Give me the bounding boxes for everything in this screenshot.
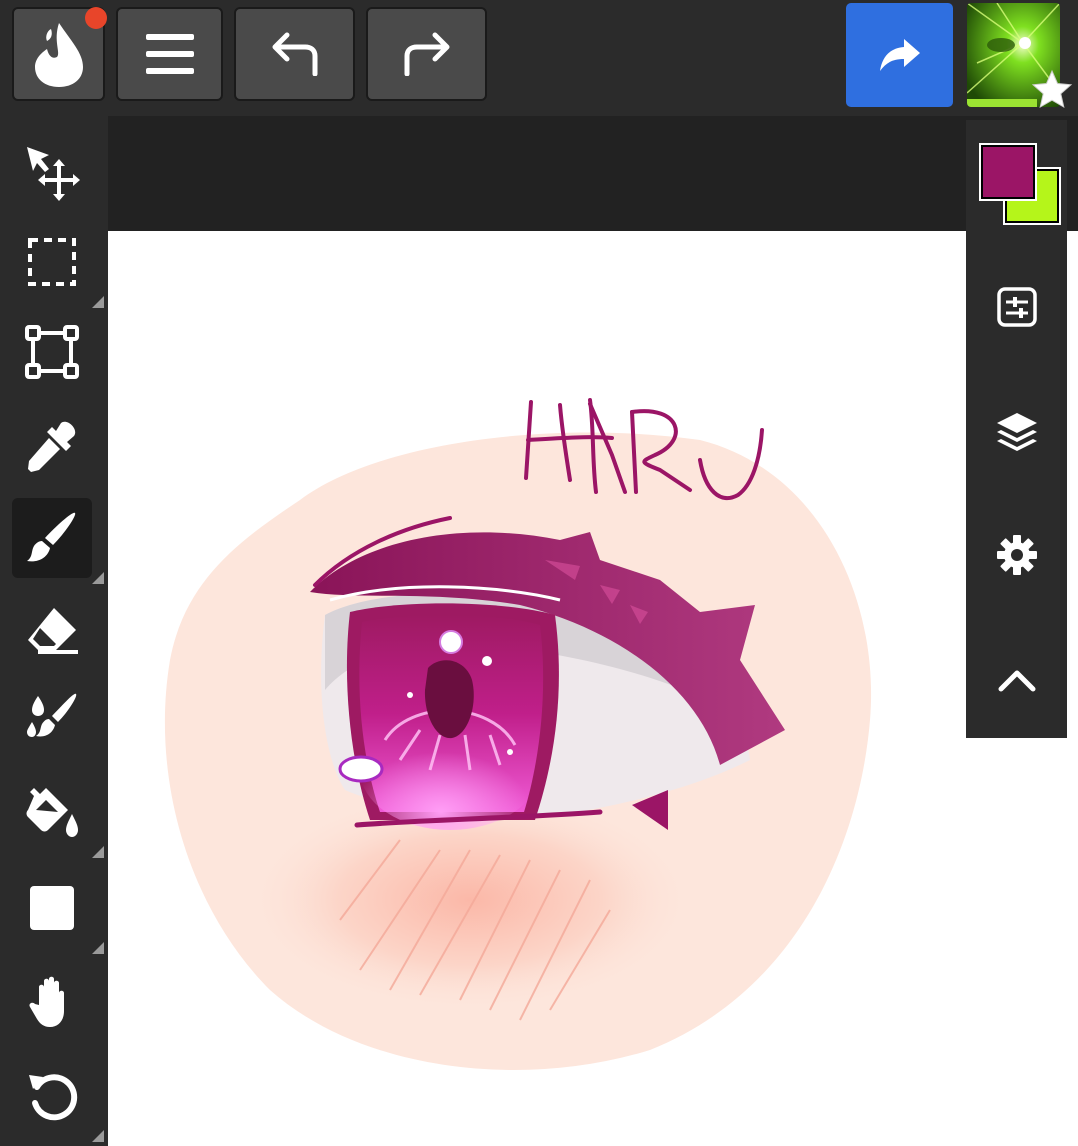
shape-tool[interactable] [12,868,104,954]
settings-button[interactable] [988,526,1046,584]
submenu-indicator [92,942,104,954]
smudge-tool[interactable] [12,680,92,760]
eyedropper-tool[interactable] [12,406,92,486]
gear-icon [997,535,1037,575]
eyedropper-icon [28,421,76,472]
brush-tool[interactable] [12,498,104,584]
rotate-tool[interactable] [12,1056,104,1142]
marquee-select-icon [28,238,76,286]
transform-tool[interactable] [12,312,92,392]
foreground-color-swatch[interactable] [979,143,1037,201]
hand-tool[interactable] [12,962,92,1042]
droplet-logo-icon [34,23,83,87]
undo-button[interactable] [234,7,355,101]
submenu-indicator [92,846,104,858]
transform-icon [25,325,79,379]
layers-button[interactable] [988,403,1046,461]
app-logo-button[interactable] [12,7,107,101]
submenu-indicator [92,572,104,584]
layers-icon [997,413,1037,451]
square-shape-icon [30,886,74,930]
move-arrow-icon [27,147,80,201]
bucket-fill-icon [26,788,78,837]
eraser-icon [28,608,78,654]
submenu-indicator [92,296,104,308]
canvas-background [108,116,1078,231]
fill-tool[interactable] [12,772,104,858]
undo-arrow-icon [272,32,317,76]
thumbnail-progress-bar [967,99,1037,107]
tool-bar [0,116,108,1146]
hamburger-menu-icon [145,34,194,74]
select-tool[interactable] [12,222,104,308]
artwork [164,398,872,1070]
notification-badge [85,7,107,29]
collapse-panel-button[interactable] [988,652,1046,710]
chevron-up-icon [998,670,1036,692]
eraser-tool[interactable] [12,590,92,670]
share-button[interactable] [846,3,953,107]
menu-button[interactable] [116,7,223,101]
submenu-indicator [92,1130,104,1142]
move-tool[interactable] [12,132,92,212]
adjustments-button[interactable] [988,278,1046,336]
redo-button[interactable] [366,7,487,101]
share-arrow-icon [879,39,920,71]
redo-arrow-icon [404,32,449,76]
drawing-canvas[interactable] [108,231,1078,1146]
hand-pan-icon [29,976,64,1027]
sliders-icon [997,287,1037,327]
favorite-star-icon[interactable] [1030,68,1074,112]
smudge-icon [27,693,77,737]
rotate-reset-icon [29,1074,78,1121]
brush-icon [27,512,76,562]
top-bar [0,0,1078,116]
